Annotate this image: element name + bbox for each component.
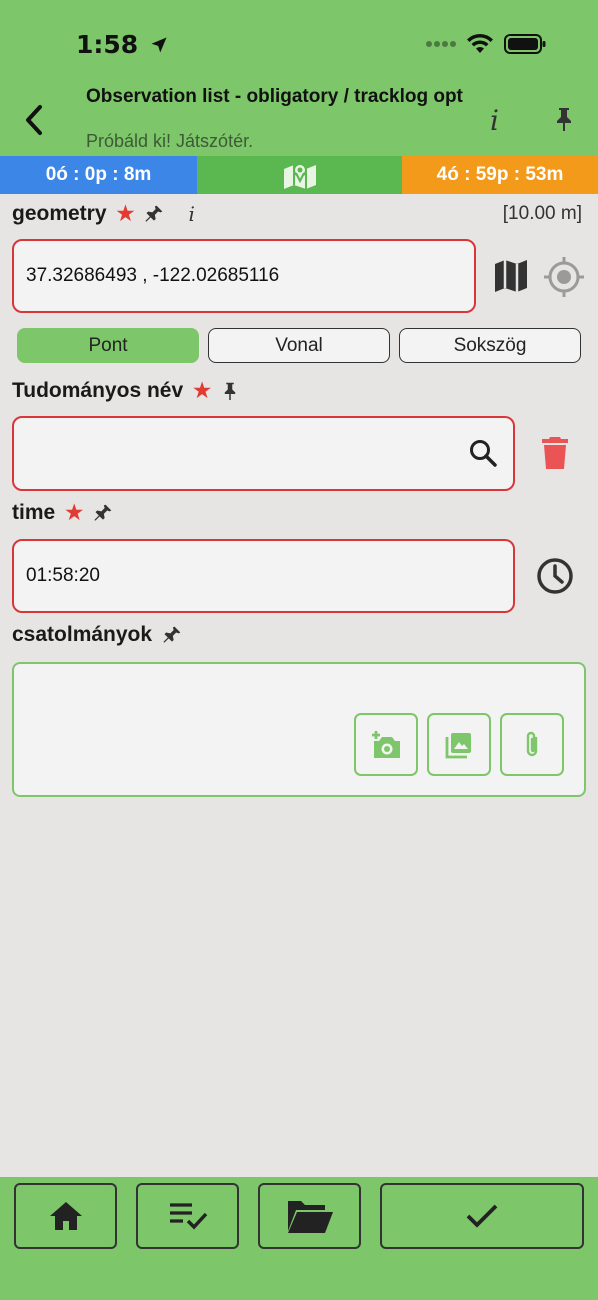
map-tab[interactable] xyxy=(197,156,402,194)
geometry-info-button[interactable]: i xyxy=(188,202,194,226)
check-icon xyxy=(466,1204,498,1228)
accuracy-value: [10.00 m] xyxy=(502,203,582,224)
required-star-icon: ★ xyxy=(193,380,212,402)
paperclip-icon xyxy=(526,731,538,756)
pin-icon xyxy=(146,205,163,221)
pin-icon xyxy=(163,626,181,643)
pin-button[interactable] xyxy=(552,106,576,137)
search-icon xyxy=(470,440,497,467)
remaining-time: 4ó : 59p : 53m xyxy=(402,156,598,194)
geometry-pin-button[interactable] xyxy=(144,204,164,224)
home-button[interactable] xyxy=(14,1183,117,1249)
attachments-label: csatolmányok xyxy=(12,623,153,646)
status-time: 1:58 xyxy=(76,30,169,59)
map-button[interactable] xyxy=(493,258,529,299)
trash-icon xyxy=(542,437,568,469)
time-pin-button[interactable] xyxy=(93,503,113,523)
pin-icon xyxy=(224,382,236,400)
checklist-button[interactable] xyxy=(136,1183,239,1249)
folder-open-icon xyxy=(287,1201,333,1233)
attachments-area xyxy=(12,662,586,797)
folder-button[interactable] xyxy=(258,1183,361,1249)
page-subtitle: Próbáld ki! Játszótér. xyxy=(86,131,254,151)
pin-icon xyxy=(557,108,571,131)
clock-icon xyxy=(537,558,573,594)
timer-bar: 0ó : 0p : 8m 4ó : 59p : 53m xyxy=(0,156,598,194)
attachments-pin-button[interactable] xyxy=(162,625,182,645)
species-input[interactable] xyxy=(12,416,515,491)
required-star-icon: ★ xyxy=(116,203,135,225)
add-photo-button[interactable] xyxy=(354,713,418,776)
clock-button[interactable] xyxy=(536,557,574,600)
time-label-row: time ★ xyxy=(12,500,113,525)
bottom-toolbar xyxy=(0,1177,598,1300)
species-label-row: Tudományos név ★ xyxy=(12,378,239,403)
crosshair-icon xyxy=(544,257,584,297)
coordinates-field[interactable]: 37.32686493 , -122.02685116 xyxy=(12,239,476,313)
home-icon xyxy=(49,1202,82,1230)
app-header: 1:58 Observation list - obligatory / tra… xyxy=(0,0,598,156)
wifi-icon xyxy=(467,33,493,53)
delete-button[interactable] xyxy=(540,435,570,476)
geometry-label: geometry xyxy=(12,201,107,225)
search-button[interactable] xyxy=(468,438,498,473)
geometry-label-row: geometry ★ i xyxy=(12,201,195,226)
species-label: Tudományos név xyxy=(12,378,184,402)
signal-icon xyxy=(426,41,456,47)
battery-icon xyxy=(504,34,546,54)
add-photo-icon xyxy=(372,730,400,758)
map-marker-icon xyxy=(283,163,316,189)
species-pin-button[interactable] xyxy=(221,380,239,402)
segment-sokszog[interactable]: Sokszög xyxy=(399,328,581,363)
elapsed-time: 0ó : 0p : 8m xyxy=(0,156,197,194)
back-button[interactable] xyxy=(18,100,50,140)
required-star-icon: ★ xyxy=(65,502,84,524)
gps-button[interactable] xyxy=(543,256,585,303)
gallery-icon xyxy=(445,732,471,758)
info-button[interactable]: i xyxy=(490,104,499,137)
chevron-left-icon xyxy=(26,105,42,135)
checklist-icon xyxy=(169,1203,207,1230)
attach-file-button[interactable] xyxy=(500,713,564,776)
attachments-label-row: csatolmányok xyxy=(12,623,182,647)
gallery-button[interactable] xyxy=(427,713,491,776)
time-input[interactable]: 01:58:20 xyxy=(12,539,515,613)
time-label: time xyxy=(12,500,56,524)
pin-icon xyxy=(94,504,112,520)
page-title: Observation list - obligatory / tracklog… xyxy=(86,86,463,107)
status-icons xyxy=(426,33,546,55)
map-icon xyxy=(495,260,527,292)
location-arrow-icon xyxy=(151,37,167,53)
segment-pont[interactable]: Pont xyxy=(17,328,199,363)
save-button[interactable] xyxy=(380,1183,584,1249)
segment-vonal[interactable]: Vonal xyxy=(208,328,390,363)
